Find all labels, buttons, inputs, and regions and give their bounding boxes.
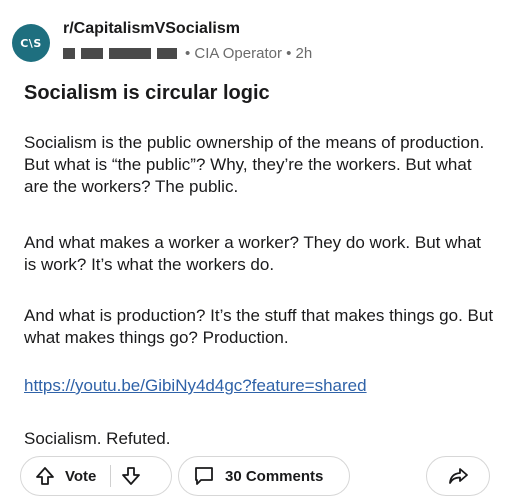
author-and-age[interactable]: • CIA Operator • 2h — [185, 45, 312, 62]
redaction-block — [63, 47, 75, 59]
post-header: C\S r/CapitalismVSocialism • CIA Operato… — [12, 14, 502, 64]
post-paragraph: Socialism. Refuted. — [24, 429, 171, 448]
post-paragraph: And what makes a worker a worker? They d… — [24, 233, 481, 274]
share-button[interactable] — [426, 456, 490, 496]
comments-count-label: 30 Comments — [225, 467, 324, 485]
redaction-block — [109, 47, 151, 59]
comments-button[interactable]: 30 Comments — [178, 456, 350, 496]
post-meta: • CIA Operator • 2h — [63, 44, 312, 62]
downvote-icon[interactable] — [121, 466, 141, 486]
post-title[interactable]: Socialism is circular logic — [24, 82, 270, 105]
redaction-block — [157, 47, 177, 59]
subreddit-avatar[interactable]: C\S — [12, 24, 50, 62]
post-actions: Vote 30 Comments — [20, 454, 496, 496]
redaction-block — [81, 47, 103, 59]
vote-control: Vote — [20, 456, 172, 496]
post-paragraph: Socialism is the public ownership of the… — [24, 133, 485, 196]
vote-divider — [110, 465, 112, 487]
subreddit-name[interactable]: r/CapitalismVSocialism — [63, 20, 240, 38]
vote-label: Vote — [65, 467, 97, 485]
post-paragraph: And what is production? It’s the stuff t… — [24, 306, 494, 347]
post-link[interactable]: https://youtu.be/GibiNy4d4gc?feature=sha… — [24, 375, 494, 397]
upvote-icon[interactable] — [35, 466, 55, 486]
share-icon — [449, 468, 468, 484]
comment-icon — [195, 467, 213, 485]
